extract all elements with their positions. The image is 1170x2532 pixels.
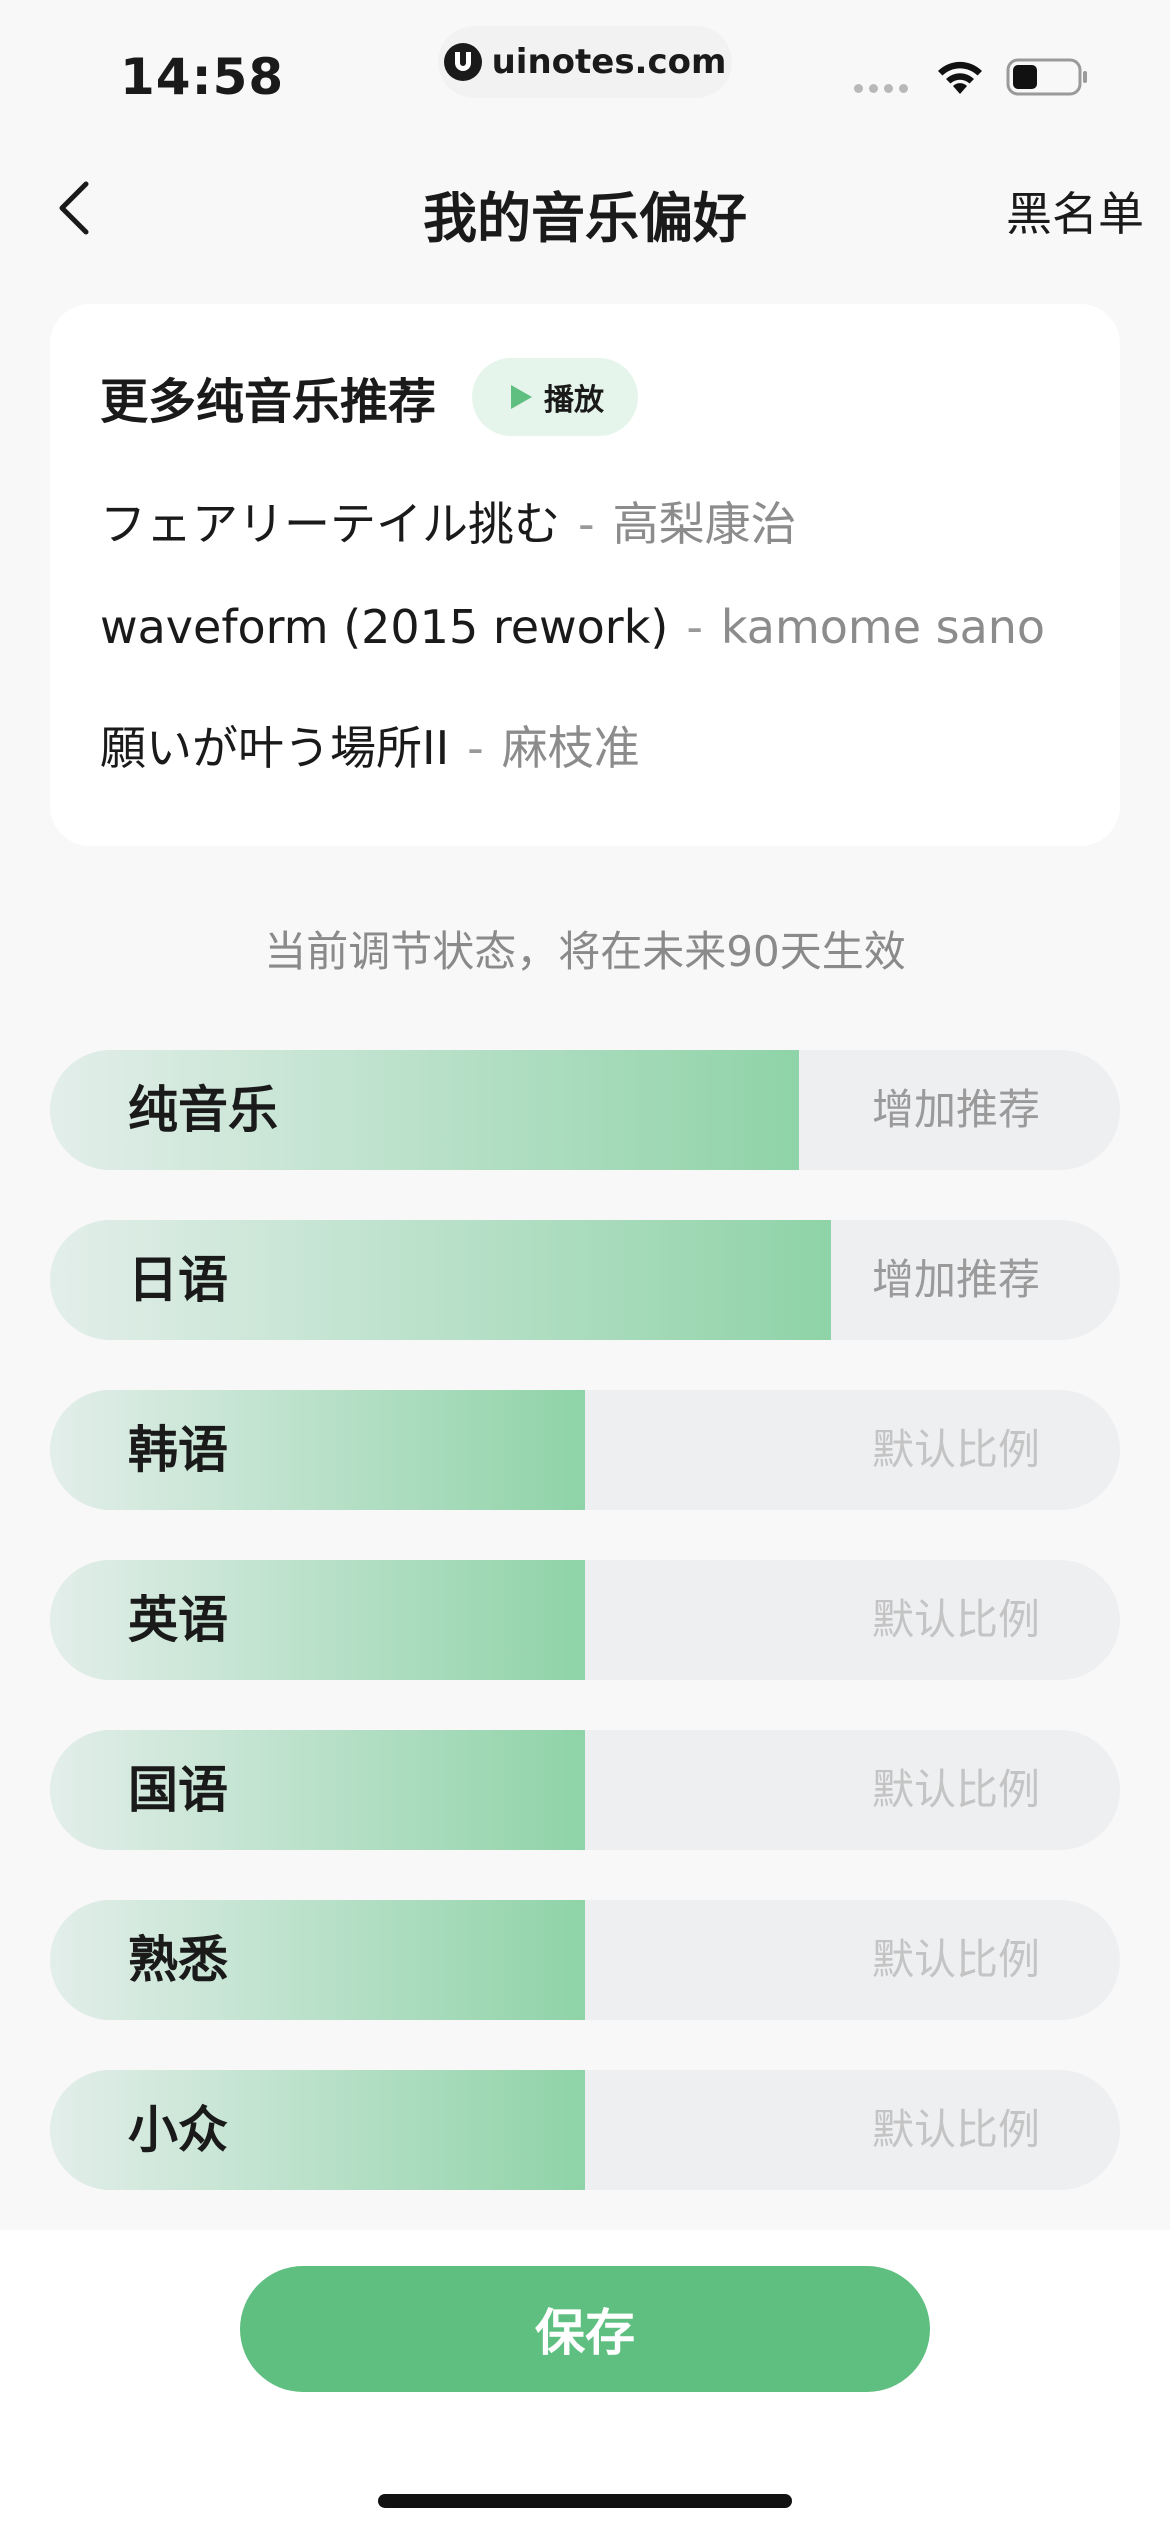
preference-slider[interactable]: 日语 增加推荐 (50, 1220, 1120, 1340)
preference-label: 韩语 (128, 1421, 228, 1479)
effective-period-hint: 当前调节状态，将在未来90天生效 (264, 927, 906, 976)
preference-status: 增加推荐 (871, 1255, 1040, 1304)
song-artist: 高梨康治 (612, 497, 797, 551)
preference-slider[interactable]: 纯音乐 增加推荐 (50, 1050, 1120, 1170)
song-separator: - (467, 721, 484, 775)
url-pill[interactable]: uinotes.com (438, 26, 732, 98)
blacklist-link[interactable]: 黑名单 (1006, 178, 1144, 244)
cellular-signal-icon (854, 84, 908, 93)
nav-header: 我的音乐偏好 黑名单 (0, 150, 1170, 260)
preference-slider[interactable]: 英语 默认比例 (50, 1560, 1120, 1680)
play-icon (511, 385, 533, 409)
preference-status: 默认比例 (871, 1425, 1040, 1474)
recommend-title-row: 更多纯音乐推荐 播放 (100, 358, 639, 436)
song-item[interactable]: 願いが叶う場所II - 麻枝准 (100, 712, 640, 778)
footer: 保存 (0, 2230, 1170, 2532)
song-item[interactable]: waveform (2015 rework) - kamome sano (100, 600, 1045, 654)
status-time: 14:58 (120, 48, 285, 106)
preference-label: 熟悉 (128, 1931, 228, 1989)
song-title: waveform (2015 rework) (100, 600, 669, 654)
preference-slider[interactable]: 熟悉 默认比例 (50, 1900, 1120, 2020)
preference-slider[interactable]: 国语 默认比例 (50, 1730, 1120, 1850)
song-separator: - (578, 497, 595, 551)
page-title: 我的音乐偏好 (423, 187, 747, 250)
song-title: 願いが叶う場所II (100, 721, 450, 775)
battery-icon (1006, 58, 1090, 100)
play-button[interactable]: 播放 (472, 358, 639, 436)
song-separator: - (686, 600, 703, 654)
preference-status: 默认比例 (871, 1765, 1040, 1814)
site-logo-icon (443, 43, 482, 81)
play-label: 播放 (544, 383, 605, 418)
home-indicator (378, 2494, 792, 2508)
preference-label: 英语 (128, 1591, 228, 1649)
preference-status: 增加推荐 (871, 1085, 1040, 1134)
preference-label: 日语 (128, 1251, 228, 1309)
song-artist: kamome sano (720, 600, 1046, 654)
song-item[interactable]: フェアリーテイル挑む - 高梨康治 (100, 488, 797, 554)
status-bar: 14:58 uinotes.com (0, 0, 1170, 140)
preference-status: 默认比例 (871, 1935, 1040, 1984)
recommend-title: 更多纯音乐推荐 (100, 374, 437, 430)
save-button[interactable]: 保存 (240, 2266, 930, 2392)
preference-label: 国语 (128, 1761, 228, 1819)
preference-status: 默认比例 (871, 2105, 1040, 2154)
preference-label: 纯音乐 (128, 1081, 278, 1139)
song-title: フェアリーテイル挑む (100, 497, 560, 551)
preference-status: 默认比例 (871, 1595, 1040, 1644)
url-text: uinotes.com (491, 42, 727, 82)
wifi-icon (936, 58, 984, 100)
preference-slider[interactable]: 韩语 默认比例 (50, 1390, 1120, 1510)
preference-label: 小众 (128, 2101, 228, 2159)
recommend-card: 更多纯音乐推荐 播放 フェアリーテイル挑む - 高梨康治 waveform (201… (50, 304, 1120, 846)
preference-slider[interactable]: 小众 默认比例 (50, 2070, 1120, 2190)
song-artist: 麻枝准 (501, 721, 640, 775)
